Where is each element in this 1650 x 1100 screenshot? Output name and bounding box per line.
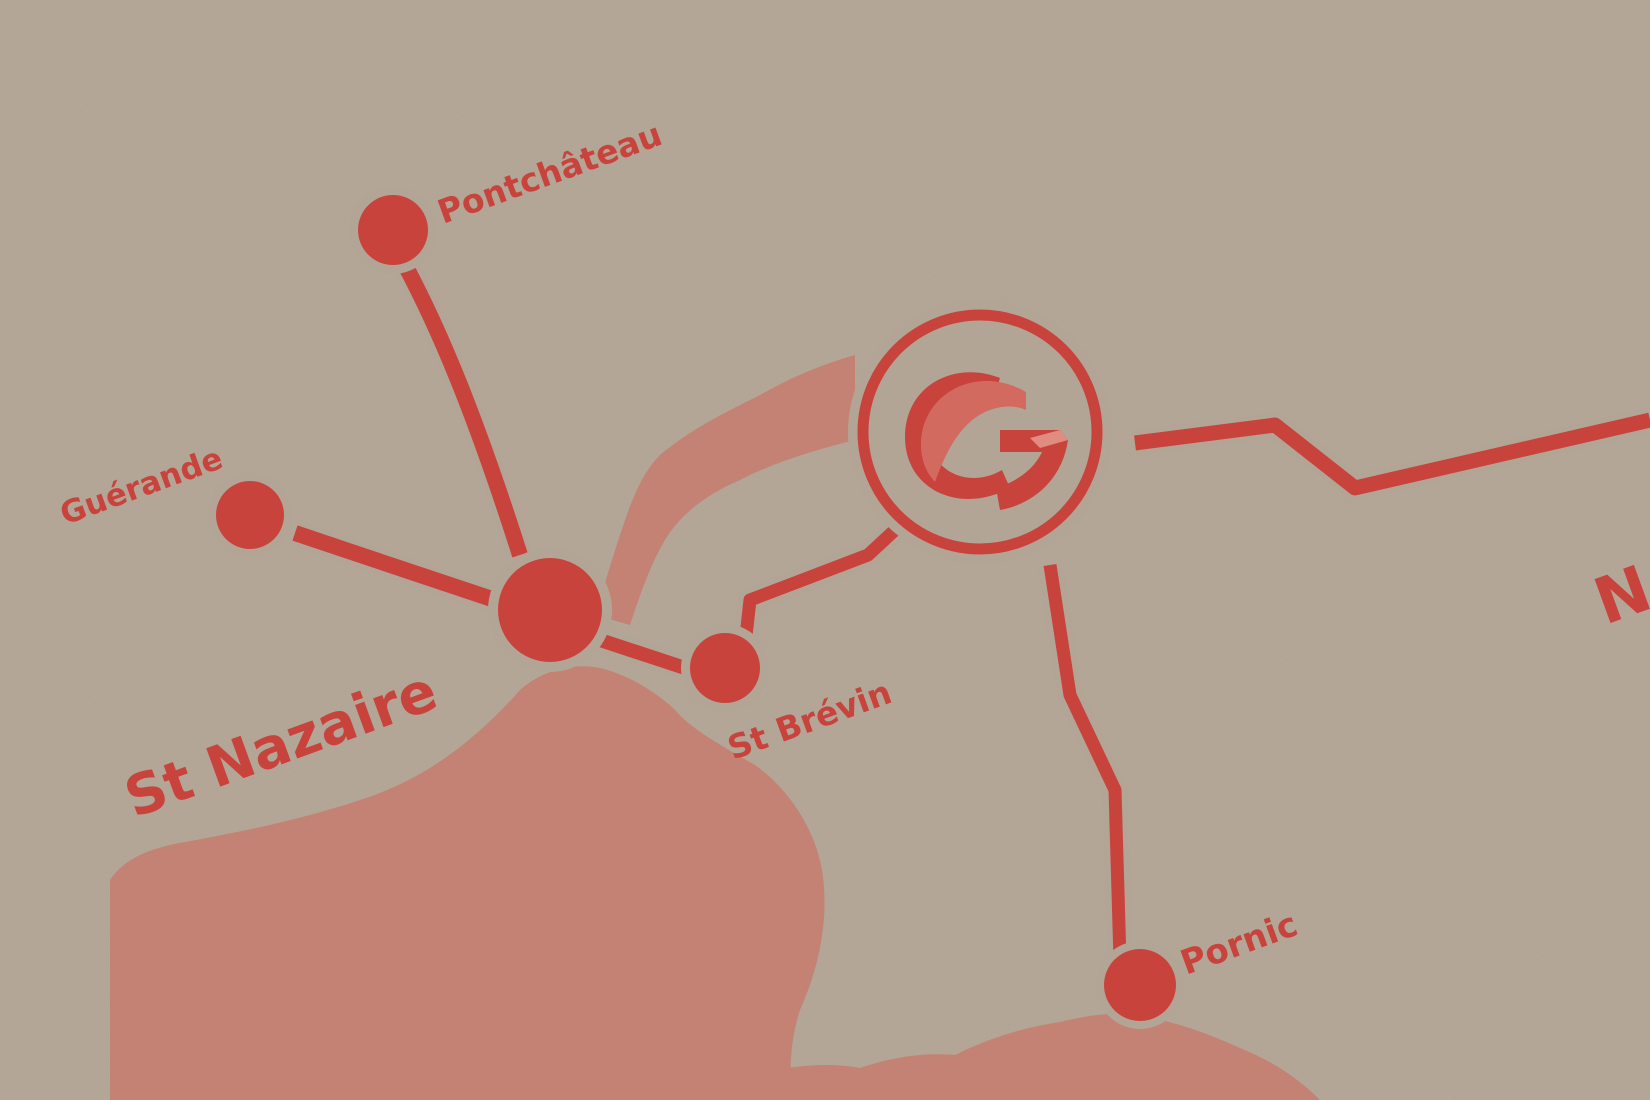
- town-dot-st-nazaire: [498, 558, 602, 662]
- town-dot-pontchateau: [358, 195, 428, 265]
- town-dot-pornic: [1104, 949, 1176, 1021]
- route-map: Pontchâteau Guérande St Nazaire St Brévi…: [0, 0, 1650, 1100]
- hub-node: [848, 300, 1112, 564]
- town-dot-guerande: [216, 481, 284, 549]
- town-dot-st-brevin: [690, 633, 760, 703]
